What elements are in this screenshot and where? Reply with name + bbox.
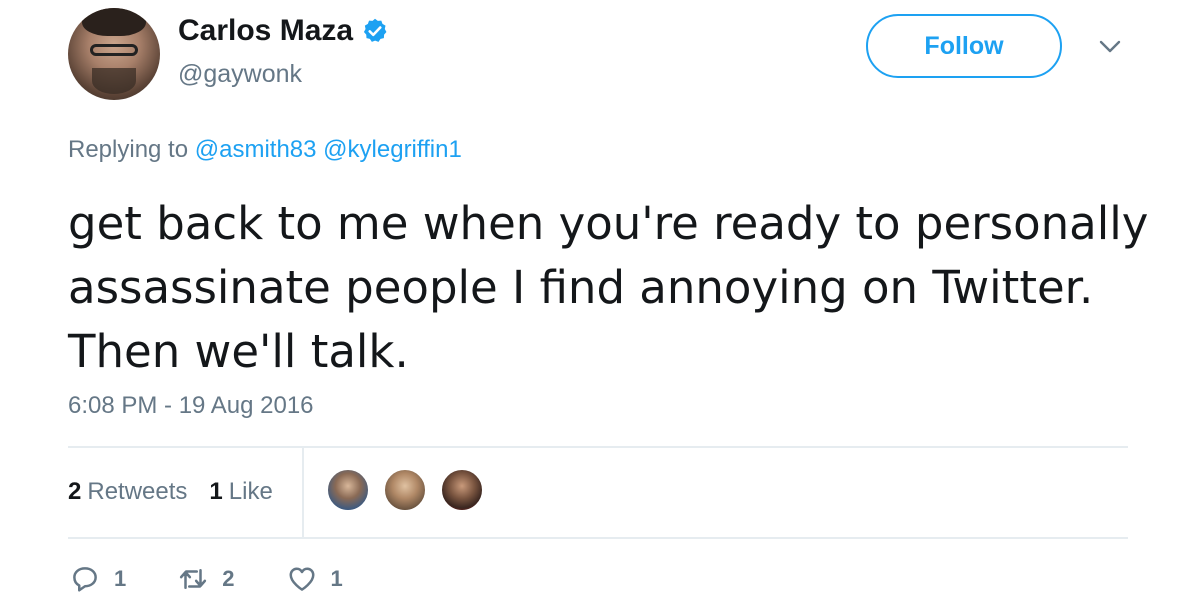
likers-avatars	[326, 468, 497, 512]
stats-divider	[302, 448, 304, 537]
author-handle[interactable]: @gaywonk	[178, 60, 302, 89]
reply-mention-2[interactable]: @kylegriffin1	[323, 136, 462, 163]
heart-icon	[289, 567, 314, 591]
retweets-stat[interactable]: 2 Retweets	[68, 478, 187, 506]
chevron-down-icon[interactable]	[1098, 38, 1122, 56]
divider	[68, 446, 1128, 448]
tweet-text: get back to me when you're ready to pers…	[68, 197, 1149, 378]
divider	[68, 537, 1128, 539]
retweets-label: Retweets	[87, 478, 188, 505]
liker-avatar[interactable]	[440, 468, 484, 512]
liker-avatar[interactable]	[326, 468, 370, 512]
reply-mention-1[interactable]: @asmith83	[195, 136, 317, 163]
likes-stat[interactable]: 1 Like	[209, 478, 272, 506]
author-name-row: Carlos Maza	[178, 14, 389, 48]
replying-prefix: Replying to	[68, 136, 189, 163]
like-count: 1	[330, 566, 343, 591]
like-button[interactable]: 1	[287, 564, 343, 594]
likes-count: 1	[209, 478, 223, 505]
author-name[interactable]: Carlos Maza	[178, 14, 353, 48]
retweet-button[interactable]: 2	[178, 564, 235, 594]
reply-icon	[73, 567, 97, 592]
avatar-beard	[92, 68, 136, 94]
reply-count: 1	[114, 566, 127, 591]
replying-to-line: Replying to @asmith83 @kylegriffin1	[68, 136, 462, 164]
author-avatar[interactable]	[68, 8, 160, 100]
liker-avatar[interactable]	[383, 468, 427, 512]
retweet-count: 2	[222, 566, 235, 591]
avatar-glasses	[90, 44, 138, 56]
follow-button[interactable]: Follow	[866, 14, 1062, 78]
reply-button[interactable]: 1	[70, 564, 126, 594]
tweet-timestamp[interactable]: 6:08 PM - 19 Aug 2016	[68, 392, 314, 420]
engagement-stats: 2 Retweets 1 Like	[68, 478, 295, 506]
verified-badge-icon	[363, 18, 387, 42]
tweet-actions: 1 2 1	[70, 564, 395, 594]
retweet-icon	[180, 569, 207, 589]
retweets-count: 2	[68, 478, 82, 505]
likes-label: Like	[228, 478, 273, 505]
avatar-hair	[82, 8, 146, 36]
